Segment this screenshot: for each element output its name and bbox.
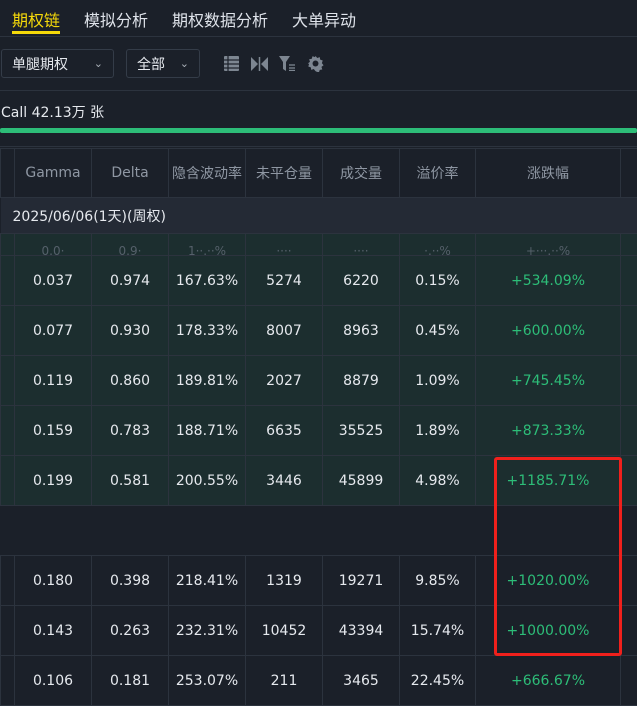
header-change[interactable]: 涨跌幅	[476, 149, 621, 198]
cell-iv: 218.41%	[169, 556, 246, 606]
chevron-down-icon: ⌄	[94, 57, 103, 70]
header-volume[interactable]: 成交量	[323, 149, 400, 198]
cell-premium: 1.09%	[400, 356, 476, 406]
cell-delta: 0.974	[92, 256, 169, 306]
cell-open-interest: 5274	[246, 256, 323, 306]
cell-open-interest: 1319	[246, 556, 323, 606]
cell-change: +873.33%	[476, 406, 621, 456]
cell-volume: 3465	[323, 656, 400, 706]
cell-delta: 0.930	[92, 306, 169, 356]
cell-gamma: 0.180	[15, 556, 92, 606]
atm-divider-row	[1, 506, 637, 556]
cell-premium: 0.45%	[400, 306, 476, 356]
header-open-interest[interactable]: 未平仓量	[246, 149, 323, 198]
cell-change: +1000.00%	[476, 606, 621, 656]
table-row[interactable]: 0.1060.181253.07%211346522.45%+666.67%	[1, 656, 637, 706]
chevron-down-icon: ⌄	[180, 57, 189, 70]
cell-change: +1185.71%	[476, 456, 621, 506]
cell-delta: 0.581	[92, 456, 169, 506]
cell-iv: 188.71%	[169, 406, 246, 456]
table-row[interactable]: 0.1590.783188.71%6635355251.89%+873.33%	[1, 406, 637, 456]
cell-volume: 6220	[323, 256, 400, 306]
cell-volume: 19271	[323, 556, 400, 606]
filter-icon[interactable]	[278, 55, 296, 73]
cell-open-interest: 8007	[246, 306, 323, 356]
toolbar: 单腿期权 ⌄ 全部 ⌄	[0, 37, 637, 91]
cell-gamma: 0.106	[15, 656, 92, 706]
cell-volume: 43394	[323, 606, 400, 656]
table-row[interactable]: 0.0370.974167.63%527462200.15%+534.09%	[1, 256, 637, 306]
leg-select-value: 单腿期权	[12, 54, 68, 74]
header-iv[interactable]: 隐含波动率	[169, 149, 246, 198]
cell-premium: 4.98%	[400, 456, 476, 506]
cell-open-interest: 2027	[246, 356, 323, 406]
leg-select[interactable]: 单腿期权 ⌄	[1, 49, 114, 78]
cell-gamma: 0.143	[15, 606, 92, 656]
cell-open-interest: 6635	[246, 406, 323, 456]
tab-block-trades[interactable]: 大单异动	[292, 0, 356, 37]
range-select-value: 全部	[137, 54, 165, 74]
cell-gamma: 0.077	[15, 306, 92, 356]
cell-delta: 0.263	[92, 606, 169, 656]
cell-iv: 178.33%	[169, 306, 246, 356]
cell-premium: 22.45%	[400, 656, 476, 706]
header-delta[interactable]: Delta	[92, 149, 169, 198]
cell-premium: 1.89%	[400, 406, 476, 456]
table-row[interactable]: 0.0770.930178.33%800789630.45%+600.00%	[1, 306, 637, 356]
cell-volume: 8879	[323, 356, 400, 406]
header-gamma[interactable]: Gamma	[15, 149, 92, 198]
cell-change: +1020.00%	[476, 556, 621, 606]
cell-open-interest: 211	[246, 656, 323, 706]
expiry-label: 2025/06/06(1天)(周权)	[1, 198, 637, 234]
cell-delta: 0.398	[92, 556, 169, 606]
cell-change: +745.45%	[476, 356, 621, 406]
option-chain-table: Gamma Delta 隐含波动率 未平仓量 成交量 溢价率 涨跌幅 2025/…	[0, 148, 637, 706]
table-header: Gamma Delta 隐含波动率 未平仓量 成交量 溢价率 涨跌幅	[1, 149, 637, 198]
cell-change: +534.09%	[476, 256, 621, 306]
cell-gamma: 0.037	[15, 256, 92, 306]
cell-premium: 15.74%	[400, 606, 476, 656]
cell-volume: 45899	[323, 456, 400, 506]
table-row[interactable]: 0.1990.581200.55%3446458994.98%+1185.71%	[1, 456, 637, 506]
header-premium[interactable]: 溢价率	[400, 149, 476, 198]
cell-iv: 200.55%	[169, 456, 246, 506]
call-volume-summary: Call 42.13万 张	[0, 91, 637, 147]
table-row[interactable]: 0.1190.860189.81%202788791.09%+745.45%	[1, 356, 637, 406]
tab-option-data[interactable]: 期权数据分析	[172, 0, 268, 37]
cell-open-interest: 10452	[246, 606, 323, 656]
call-volume-bar	[0, 128, 637, 133]
cell-iv: 232.31%	[169, 606, 246, 656]
cell-gamma: 0.159	[15, 406, 92, 456]
table-row: 0.0·0.9·1··.··%·········.··%+···.··%	[1, 234, 637, 256]
tab-option-chain[interactable]: 期权链	[12, 0, 60, 37]
cell-delta: 0.860	[92, 356, 169, 406]
call-volume-text: Call 42.13万 张	[1, 102, 104, 122]
table-row[interactable]: 0.1430.263232.31%104524339415.74%+1000.0…	[1, 606, 637, 656]
top-tabs: 期权链 模拟分析 期权数据分析 大单异动	[0, 0, 637, 37]
cell-iv: 189.81%	[169, 356, 246, 406]
tab-simulation[interactable]: 模拟分析	[84, 0, 148, 37]
cell-change: +666.67%	[476, 656, 621, 706]
cell-delta: 0.783	[92, 406, 169, 456]
cell-iv: 167.63%	[169, 256, 246, 306]
expiry-row[interactable]: 2025/06/06(1天)(周权)	[1, 198, 637, 234]
split-icon[interactable]	[250, 55, 268, 73]
cell-gamma: 0.119	[15, 356, 92, 406]
cell-premium: 0.15%	[400, 256, 476, 306]
list-icon[interactable]	[222, 55, 240, 73]
cell-iv: 253.07%	[169, 656, 246, 706]
cell-premium: 9.85%	[400, 556, 476, 606]
range-select[interactable]: 全部 ⌄	[126, 49, 200, 78]
gear-icon[interactable]	[306, 55, 324, 73]
table-row[interactable]: 0.1800.398218.41%1319192719.85%+1020.00%	[1, 556, 637, 606]
cell-delta: 0.181	[92, 656, 169, 706]
cell-open-interest: 3446	[246, 456, 323, 506]
cell-gamma: 0.199	[15, 456, 92, 506]
cell-volume: 8963	[323, 306, 400, 356]
cell-volume: 35525	[323, 406, 400, 456]
cell-change: +600.00%	[476, 306, 621, 356]
